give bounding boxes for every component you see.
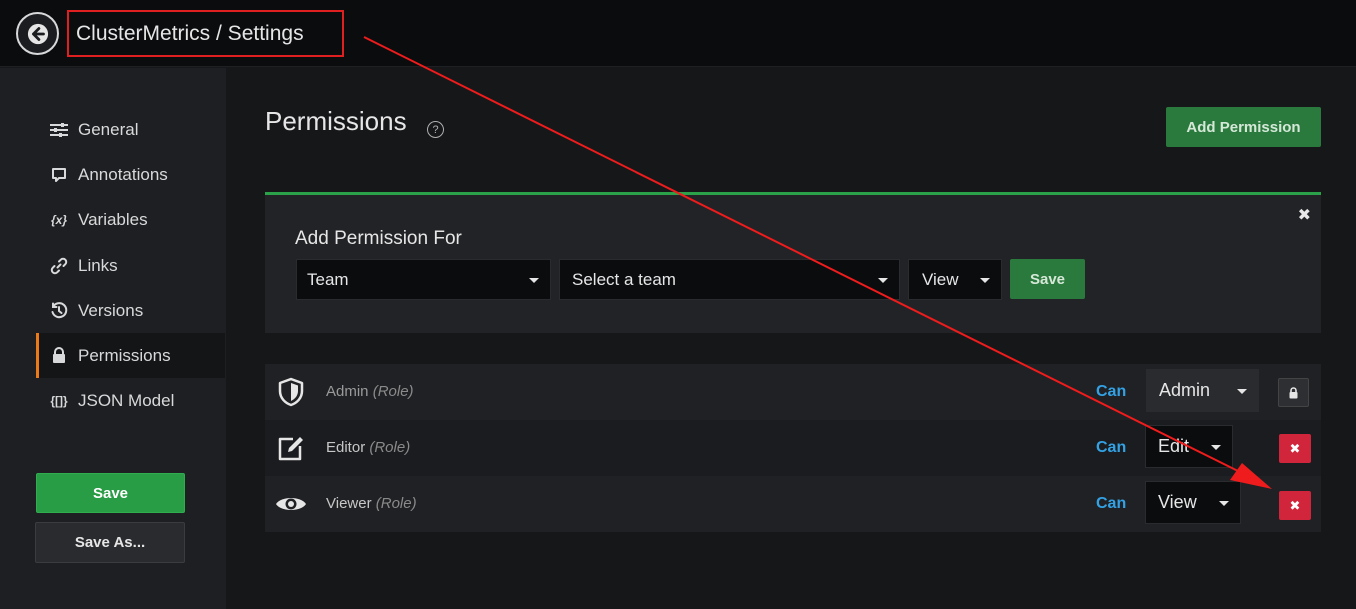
permission-row-admin: Admin (Role) Can Admin — [265, 364, 1321, 420]
sidebar-item-label: Annotations — [78, 164, 168, 184]
sidebar-item-label: Links — [78, 255, 118, 275]
role-name: Admin (Role) — [326, 383, 414, 400]
can-label: Can — [1096, 439, 1127, 456]
can-label: Can — [1096, 495, 1127, 512]
permission-type-select[interactable]: Team — [296, 259, 551, 300]
top-bar: ClusterMetrics / Settings — [0, 0, 1356, 67]
chevron-down-icon — [1219, 501, 1229, 506]
can-label: Can — [1096, 383, 1127, 400]
sidebar-item-links[interactable]: Links — [36, 243, 225, 288]
permission-row-viewer: Viewer (Role) Can View ✖ — [265, 476, 1321, 532]
history-icon — [48, 301, 70, 320]
sidebar-item-label: Versions — [78, 300, 144, 320]
locked-button — [1278, 378, 1309, 407]
viewer-level-value: View — [1158, 492, 1197, 512]
comment-icon — [48, 167, 70, 183]
sidebar-item-variables[interactable]: {x} Variables — [36, 197, 225, 242]
page-breadcrumb: ClusterMetrics / Settings — [76, 21, 304, 45]
sidebar-item-permissions[interactable]: Permissions — [36, 333, 225, 378]
permission-level-select[interactable]: View — [908, 259, 1002, 300]
back-button[interactable] — [16, 12, 59, 55]
lock-icon — [1289, 386, 1298, 398]
sidebar-item-general[interactable]: General — [36, 107, 225, 152]
save-as-button[interactable]: Save As... — [35, 522, 185, 563]
admin-level-value: Admin — [1159, 380, 1211, 400]
sidebar-item-label: Permissions — [78, 345, 171, 365]
lock-icon — [48, 347, 70, 364]
close-icon[interactable]: ✖ — [1298, 205, 1311, 225]
chevron-down-icon — [878, 278, 888, 283]
admin-level-select[interactable]: Admin — [1146, 369, 1259, 412]
chevron-down-icon — [1211, 445, 1221, 450]
delete-button[interactable]: ✖ — [1279, 491, 1311, 520]
sidebar-item-annotations[interactable]: Annotations — [36, 152, 225, 197]
team-select-value: Select a team — [572, 269, 676, 289]
panel-save-button[interactable]: Save — [1010, 259, 1085, 299]
role-name: Editor (Role) — [326, 439, 411, 456]
breadcrumb-title: ClusterMetrics / Settings — [67, 10, 344, 57]
add-permission-label: Add Permission For — [295, 228, 462, 249]
sidebar-item-label: General — [78, 119, 139, 139]
permission-level-value: View — [922, 269, 959, 289]
edit-icon — [278, 437, 303, 461]
chevron-down-icon — [1237, 389, 1247, 394]
sidebar-item-versions[interactable]: Versions — [36, 288, 225, 333]
sidebar-item-label: Variables — [78, 209, 148, 229]
editor-level-select[interactable]: Edit — [1145, 425, 1233, 468]
sliders-icon — [48, 122, 70, 137]
chevron-down-icon — [980, 278, 990, 283]
role-name: Viewer (Role) — [326, 495, 417, 512]
page-title: Permissions — [265, 106, 407, 136]
permission-type-value: Team — [307, 269, 349, 289]
save-button[interactable]: Save — [36, 473, 185, 513]
sidebar-item-json-model[interactable]: {[]} JSON Model — [36, 378, 225, 423]
add-permission-button[interactable]: Add Permission — [1166, 107, 1321, 147]
json-icon: {[]} — [50, 393, 68, 408]
arrow-left-icon — [27, 23, 48, 44]
permission-row-editor: Editor (Role) Can Edit ✖ — [265, 420, 1321, 476]
sidebar-item-label: JSON Model — [78, 390, 175, 410]
eye-icon — [276, 498, 306, 510]
help-icon[interactable]: ? — [427, 121, 444, 138]
chevron-down-icon — [529, 278, 539, 283]
viewer-level-select[interactable]: View — [1145, 481, 1241, 524]
delete-button[interactable]: ✖ — [1279, 434, 1311, 463]
variable-icon: {x} — [50, 212, 67, 227]
shield-icon — [278, 377, 304, 407]
link-icon — [48, 257, 70, 275]
editor-level-value: Edit — [1158, 436, 1190, 456]
team-select[interactable]: Select a team — [559, 259, 900, 300]
add-permission-panel: ✖ Add Permission For Team Select a team … — [265, 192, 1321, 333]
